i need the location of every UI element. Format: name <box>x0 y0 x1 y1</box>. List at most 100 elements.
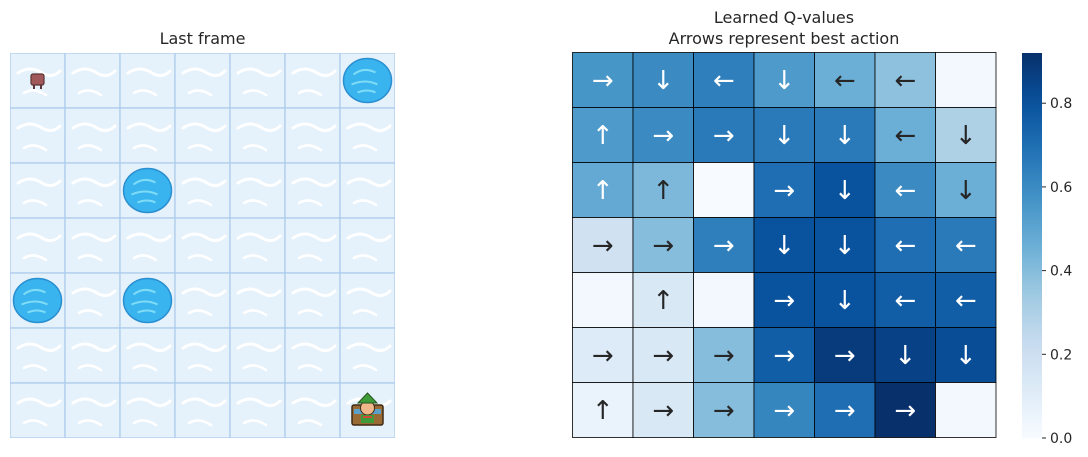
best-action-arrow: → <box>592 231 614 261</box>
best-action-arrow: → <box>834 341 856 371</box>
frozen-lake-frame <box>10 53 395 438</box>
ice-tile <box>229 107 286 164</box>
q-value-heatmap: → ↓ ← ↓ ← ← ↑ → → ↓ ↓ ← ↓ ↑ ↑ → ↓ ← ↓ → → → ↓ ↓ ← ← ↑ → ↓ ← ← → → → → → ↓ ↓ ↑ →… <box>572 52 1072 447</box>
heatmap-cell <box>935 52 997 108</box>
best-action-arrow: → <box>713 341 735 371</box>
ice-tile <box>284 217 341 274</box>
ice-tile <box>64 327 121 384</box>
ice-tile <box>229 327 286 384</box>
best-action-arrow: → <box>592 66 614 96</box>
best-action-arrow: ↓ <box>834 286 856 316</box>
best-action-arrow: → <box>713 121 735 151</box>
best-action-arrow: ← <box>834 66 856 96</box>
ice-tile <box>284 162 341 219</box>
colorbar-tick-label: 0.6 <box>1050 180 1072 196</box>
ice-tile <box>64 382 121 438</box>
best-action-arrow: ↓ <box>834 121 856 151</box>
best-action-arrow: ← <box>894 231 916 261</box>
hole <box>12 277 63 324</box>
best-action-arrow: → <box>773 176 795 206</box>
ice-tile <box>174 272 231 329</box>
ice-tile <box>10 217 66 274</box>
ice-tile <box>64 53 121 109</box>
best-action-arrow: ↓ <box>955 121 977 151</box>
ice-tile <box>284 272 341 329</box>
hole <box>342 57 393 104</box>
colorbar-tick-label: 0.0 <box>1050 431 1072 447</box>
ice-tile <box>10 327 66 384</box>
best-action-arrow: ← <box>894 286 916 316</box>
best-action-arrow: → <box>773 396 795 426</box>
best-action-arrow: ↓ <box>894 341 916 371</box>
ice-tile <box>64 107 121 164</box>
colorbar-tick-label: 0.4 <box>1050 264 1072 280</box>
ice-tile <box>229 53 286 109</box>
best-action-arrow: ↓ <box>955 341 977 371</box>
best-action-arrow: ↑ <box>652 286 674 316</box>
ice-tile <box>174 107 231 164</box>
ice-tile <box>64 162 121 219</box>
ice-tile <box>119 217 176 274</box>
best-action-arrow: → <box>773 341 795 371</box>
best-action-arrow: ↑ <box>592 396 614 426</box>
best-action-arrow: ↑ <box>592 176 614 206</box>
best-action-arrow: ↓ <box>834 231 856 261</box>
ice-tile <box>174 382 231 438</box>
ice-tile <box>119 53 176 109</box>
ice-tile <box>119 382 176 438</box>
ice-tile <box>10 162 66 219</box>
ice-tile <box>339 327 395 384</box>
ice-tile <box>229 382 286 438</box>
best-action-arrow: → <box>894 396 916 426</box>
ice-tile <box>119 327 176 384</box>
best-action-arrow: → <box>652 231 674 261</box>
best-action-arrow: ↓ <box>834 176 856 206</box>
ice-tile <box>339 162 395 219</box>
heatmap-cell <box>935 382 997 438</box>
best-action-arrow: → <box>652 341 674 371</box>
ice-tile <box>64 217 121 274</box>
ice-tile <box>119 107 176 164</box>
ice-tile <box>174 53 231 109</box>
best-action-arrow: ← <box>894 176 916 206</box>
best-action-arrow: ← <box>713 66 735 96</box>
best-action-arrow: ↓ <box>652 66 674 96</box>
ice-tile <box>174 162 231 219</box>
best-action-arrow: ← <box>894 66 916 96</box>
ice-tile <box>229 162 286 219</box>
ice-tile <box>284 327 341 384</box>
best-action-arrow: → <box>652 396 674 426</box>
heatmap-cell <box>693 162 755 218</box>
ice-tile <box>64 272 121 329</box>
ice-tile <box>229 217 286 274</box>
hole <box>122 167 173 214</box>
best-action-arrow: → <box>713 396 735 426</box>
best-action-arrow: ← <box>894 121 916 151</box>
hole <box>122 277 173 324</box>
best-action-arrow: ↓ <box>773 66 795 96</box>
ice-tile <box>284 382 341 438</box>
ice-tile <box>10 382 66 438</box>
best-action-arrow: → <box>834 396 856 426</box>
ice-tile <box>284 107 341 164</box>
heatmap-cell <box>693 272 755 328</box>
colorbar-tick-label: 0.8 <box>1050 96 1072 112</box>
best-action-arrow: ↓ <box>955 176 977 206</box>
heatmap-title: Learned Q-values <box>713 8 855 27</box>
best-action-arrow: → <box>652 121 674 151</box>
best-action-arrow: ↑ <box>592 121 614 151</box>
best-action-arrow: ← <box>955 286 977 316</box>
ice-tile <box>10 107 66 164</box>
best-action-arrow: ← <box>955 231 977 261</box>
ice-tile <box>284 53 341 109</box>
ice-tile <box>339 272 395 329</box>
best-action-arrow: ↓ <box>773 121 795 151</box>
ice-tile <box>174 217 231 274</box>
best-action-arrow: ↓ <box>773 231 795 261</box>
ice-tile <box>174 327 231 384</box>
colorbar-tick-label: 0.2 <box>1050 347 1072 363</box>
best-action-arrow: → <box>773 286 795 316</box>
colorbar <box>1022 53 1042 438</box>
ice-tile <box>339 217 395 274</box>
ice-tile <box>229 272 286 329</box>
